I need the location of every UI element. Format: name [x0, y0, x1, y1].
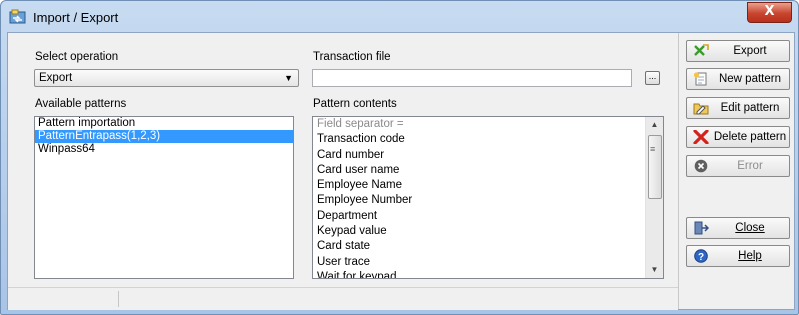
grip-icon: ≡ — [650, 144, 656, 154]
red-x-icon — [693, 129, 709, 145]
export-button[interactable]: Export — [686, 40, 790, 62]
help-button-label: Help — [738, 250, 762, 262]
operation-select-value: Export — [39, 72, 73, 84]
select-operation-label: Select operation — [35, 51, 119, 63]
dialog-client-area: Select operation Export ▼ Transaction fi… — [7, 32, 795, 310]
help-icon: ? — [693, 249, 709, 263]
available-patterns-list[interactable]: Pattern importation PatternEntrapass(1,2… — [34, 116, 294, 279]
delete-pattern-button[interactable]: Delete pattern — [686, 126, 790, 148]
list-item[interactable]: User trace — [313, 255, 663, 270]
window-title: Import / Export — [33, 10, 119, 25]
svg-text:?: ? — [698, 252, 704, 263]
list-item[interactable]: Card number — [313, 148, 663, 163]
list-item[interactable]: Winpass64 — [35, 143, 293, 156]
edit-pattern-button[interactable]: Edit pattern — [686, 97, 790, 119]
scroll-down-icon[interactable]: ▼ — [646, 262, 663, 278]
import-export-window: Import / Export X Select operation Expor… — [0, 0, 799, 315]
delete-pattern-button-label: Delete pattern — [713, 131, 787, 143]
error-button[interactable]: Error — [686, 155, 790, 177]
operation-select[interactable]: Export ▼ — [34, 69, 299, 87]
error-button-label: Error — [737, 160, 763, 172]
new-document-icon — [693, 72, 709, 86]
list-item[interactable]: Wait for keypad — [313, 270, 663, 278]
new-pattern-button[interactable]: New pattern — [686, 68, 790, 90]
error-circle-icon — [693, 159, 709, 173]
list-item[interactable]: Employee Number — [313, 193, 663, 208]
available-patterns-label: Available patterns — [35, 98, 127, 110]
list-item[interactable]: Card state — [313, 239, 663, 254]
pattern-contents-list[interactable]: Field separator = Transaction code Card … — [312, 116, 664, 279]
title-bar[interactable]: Import / Export X — [1, 1, 798, 33]
transaction-file-input[interactable] — [312, 69, 632, 87]
window-close-button[interactable]: X — [747, 2, 792, 23]
scroll-up-icon[interactable]: ▲ — [646, 117, 663, 133]
new-pattern-button-label: New pattern — [718, 73, 781, 85]
export-button-label: Export — [733, 45, 767, 57]
edit-folder-icon — [693, 101, 709, 115]
list-item[interactable]: Transaction code — [313, 132, 663, 147]
vertical-scrollbar[interactable]: ▲ ≡ ▼ — [645, 117, 663, 278]
list-item[interactable]: Keypad value — [313, 224, 663, 239]
main-content: Select operation Export ▼ Transaction fi… — [8, 33, 678, 287]
list-item-selected[interactable]: PatternEntrapass(1,2,3) — [35, 130, 293, 143]
status-pane — [8, 291, 119, 307]
list-item[interactable]: Card user name — [313, 163, 663, 178]
close-button-label: Close — [735, 222, 765, 234]
transaction-file-label: Transaction file — [313, 51, 391, 63]
list-item[interactable]: Employee Name — [313, 178, 663, 193]
browse-button[interactable]: ... — [645, 71, 660, 85]
close-button[interactable]: Close — [686, 217, 790, 239]
status-bar — [8, 287, 678, 310]
help-button[interactable]: ? Help — [686, 245, 790, 267]
edit-pattern-button-label: Edit pattern — [720, 102, 780, 114]
list-item[interactable]: Pattern importation — [35, 117, 293, 130]
exit-door-icon — [693, 221, 710, 235]
export-arrows-icon — [693, 44, 709, 58]
button-panel: Export New pattern Edit pattern Delete p… — [678, 33, 795, 309]
chevron-down-icon: ▼ — [284, 73, 293, 83]
import-export-icon — [9, 9, 26, 24]
list-item[interactable]: Field separator = — [313, 117, 663, 132]
list-item[interactable]: Department — [313, 209, 663, 224]
pattern-contents-label: Pattern contents — [313, 98, 397, 110]
